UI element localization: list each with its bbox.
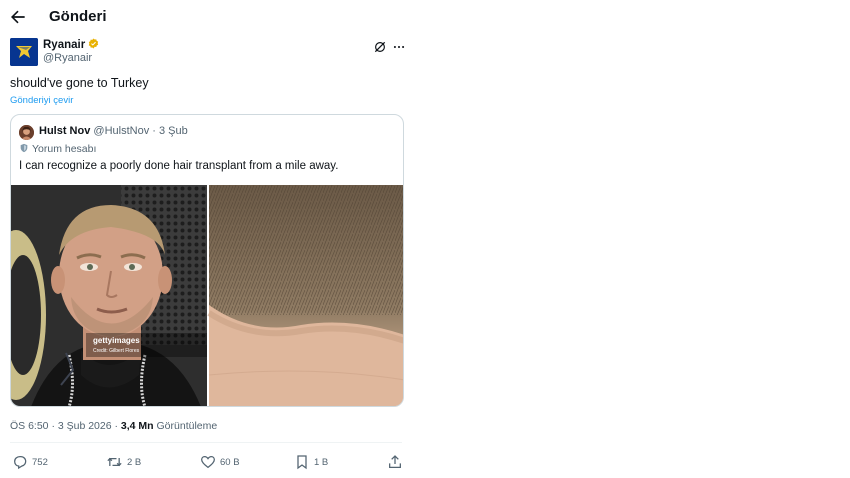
view-count: 3,4 Mn: [120, 420, 154, 432]
post-text: should've gone to Turkey: [10, 76, 149, 90]
quoted-account-label-text: Yorum hesabı: [32, 143, 97, 155]
heart-icon: [201, 456, 215, 469]
translate-post-link[interactable]: Gönderiyi çevir: [10, 95, 73, 106]
shield-icon: [20, 143, 28, 153]
ryanair-logo-avatar[interactable]: [10, 38, 38, 66]
quoted-header: Hulst Nov @HulstNov · 3 Şub: [39, 125, 188, 137]
share-button[interactable]: [387, 452, 407, 472]
like-count: 60 B: [220, 456, 240, 468]
quoted-account-label: Yorum hesabı: [19, 143, 96, 155]
bookmark-icon: [297, 455, 307, 470]
author-name[interactable]: Ryanair: [43, 39, 85, 51]
divider: [10, 442, 402, 443]
reply-icon: [14, 456, 27, 470]
quoted-author-handle[interactable]: @HulstNov: [93, 125, 149, 137]
quoted-date[interactable]: 3 Şub: [159, 125, 188, 137]
post-meta: ÖS 6:50 · 3 Şub 2026 · 3,4 Mn Görüntülem…: [10, 420, 217, 432]
share-icon: [389, 455, 401, 468]
action-bar: 752 2 B 60 B 1 B: [0, 452, 420, 474]
reply-button[interactable]: 752: [12, 452, 48, 472]
bookmark-button[interactable]: 1 B: [294, 452, 328, 472]
views-label: Görüntüleme: [153, 420, 218, 432]
repost-button[interactable]: 2 B: [106, 452, 141, 472]
author-handle[interactable]: @Ryanair: [43, 52, 92, 64]
repost-count: 2 B: [127, 456, 142, 468]
quoted-author-avatar[interactable]: [19, 125, 34, 140]
page-title: Gönderi: [49, 8, 107, 25]
getty-watermark: gettyimages: [93, 336, 140, 345]
quoted-author-name[interactable]: Hulst Nov: [39, 125, 90, 137]
bookmark-count: 1 B: [314, 456, 329, 468]
getty-credit: Credit: Gilbert Flores: [93, 348, 140, 354]
page-header: Gönderi: [0, 0, 420, 36]
like-button[interactable]: 60 B: [200, 452, 240, 472]
photo-left: [11, 185, 207, 406]
grok-icon[interactable]: [373, 40, 387, 54]
quoted-post[interactable]: Hulst Nov @HulstNov · 3 Şub Yorum hesabı…: [10, 114, 404, 407]
repost-icon: [107, 457, 122, 467]
quoted-media[interactable]: gettyimages Credit: Gilbert Flores: [11, 185, 403, 406]
more-options-icon[interactable]: [392, 40, 406, 54]
post-timestamp[interactable]: ÖS 6:50 · 3 Şub 2026 ·: [10, 420, 121, 432]
reply-count: 752: [32, 456, 48, 468]
photo-right: [207, 185, 403, 406]
post-author: Ryanair @Ryanair: [10, 38, 410, 68]
verified-badge-icon: [89, 38, 99, 49]
quoted-text: I can recognize a poorly done hair trans…: [19, 160, 339, 172]
separator-dot: ·: [152, 125, 156, 137]
back-arrow-icon[interactable]: [8, 7, 28, 27]
